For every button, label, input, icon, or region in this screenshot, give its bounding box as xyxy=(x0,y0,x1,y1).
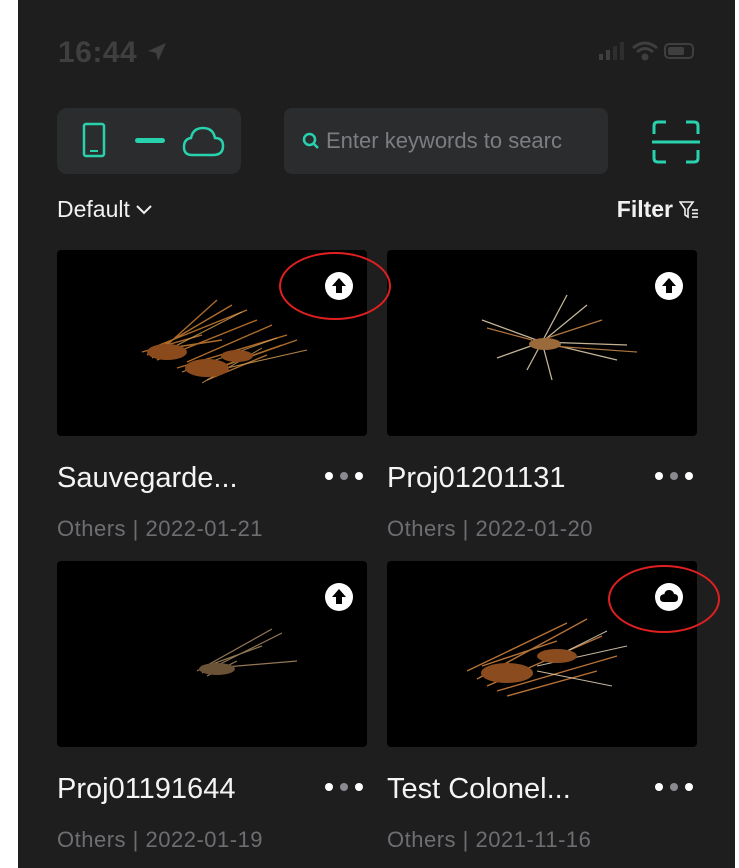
sort-label: Default xyxy=(57,196,130,222)
project-meta: Others | 2022-01-20 xyxy=(387,516,594,541)
annotation-circle xyxy=(279,252,391,320)
sort-dropdown[interactable]: Default xyxy=(57,196,152,223)
more-options-button[interactable] xyxy=(655,472,693,480)
project-meta: Others | 2022-01-21 xyxy=(57,516,264,541)
chevron-down-icon xyxy=(136,204,152,214)
toolbar: Enter keywords to searc xyxy=(18,108,735,176)
sort-filter-bar: Default Filter xyxy=(18,196,735,232)
more-options-button[interactable] xyxy=(655,783,693,791)
project-title[interactable]: Proj01191644 xyxy=(57,773,235,806)
status-icons xyxy=(599,41,694,61)
project-title[interactable]: Proj01201131 xyxy=(387,462,565,495)
project-meta: Others | 2021-11-16 xyxy=(387,827,592,852)
cloud-icon xyxy=(182,126,225,157)
device-cloud-sync-toggle[interactable] xyxy=(57,108,241,174)
battery-icon xyxy=(664,43,694,59)
project-title[interactable]: Test Colonel... xyxy=(387,773,571,806)
search-input[interactable]: Enter keywords to searc xyxy=(284,108,608,174)
status-bar: 16:44 xyxy=(18,0,735,96)
filter-icon xyxy=(679,200,698,218)
app-screen: 16:44 Enter keywords to searc Default Fi… xyxy=(18,0,735,868)
signal-icon xyxy=(599,42,624,60)
point-cloud-preview xyxy=(196,628,298,677)
scan-icon[interactable] xyxy=(652,120,700,164)
upload-icon[interactable] xyxy=(325,583,353,611)
sync-dash-icon xyxy=(135,138,165,143)
project-thumbnail[interactable] xyxy=(387,250,697,436)
project-title[interactable]: Sauvegarde... xyxy=(57,462,238,495)
project-thumbnail[interactable] xyxy=(57,561,367,747)
upload-icon[interactable] xyxy=(655,272,683,300)
annotation-circle xyxy=(608,565,720,633)
wifi-icon xyxy=(632,41,658,61)
more-options-button[interactable] xyxy=(325,783,363,791)
search-icon xyxy=(302,132,319,149)
search-placeholder: Enter keywords to searc xyxy=(326,128,562,153)
point-cloud-preview xyxy=(481,294,638,381)
project-meta: Others | 2022-01-19 xyxy=(57,827,264,852)
location-icon xyxy=(148,43,167,61)
filter-button[interactable]: Filter xyxy=(617,196,699,223)
more-options-button[interactable] xyxy=(325,472,363,480)
status-time: 16:44 xyxy=(58,36,168,70)
filter-label: Filter xyxy=(616,196,673,222)
